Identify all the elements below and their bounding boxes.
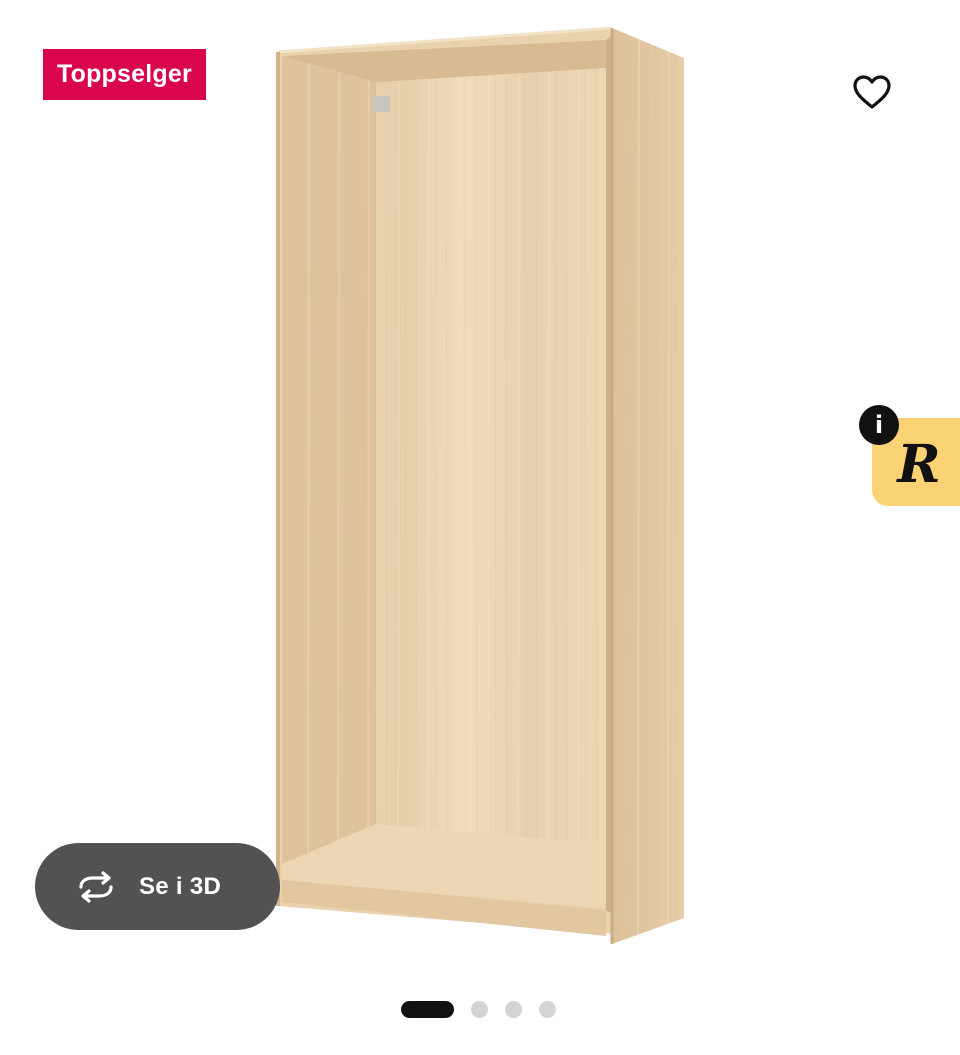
pagination-dot-3[interactable] — [505, 1000, 522, 1018]
info-symbol: i — [874, 411, 884, 439]
image-pagination — [401, 1000, 556, 1018]
product-gallery[interactable]: Toppselger R i Se i 3D — [0, 0, 960, 1055]
favorite-button[interactable] — [836, 56, 908, 128]
pagination-dot-4[interactable] — [539, 1000, 556, 1018]
top-seller-badge: Toppselger — [43, 49, 206, 100]
product-image[interactable] — [260, 18, 700, 958]
heart-outline-icon — [853, 75, 891, 109]
info-icon[interactable]: i — [859, 405, 899, 445]
extension-logo-letter: R — [897, 433, 941, 495]
pagination-dot-2[interactable] — [471, 1000, 488, 1018]
badge-label: Toppselger — [57, 60, 192, 88]
rotate-3d-icon — [73, 870, 119, 903]
view-in-3d-label: Se i 3D — [139, 872, 222, 900]
pagination-dot-1[interactable] — [401, 1000, 454, 1018]
wardrobe-frame-illustration — [276, 26, 684, 944]
view-in-3d-button[interactable]: Se i 3D — [35, 843, 280, 930]
